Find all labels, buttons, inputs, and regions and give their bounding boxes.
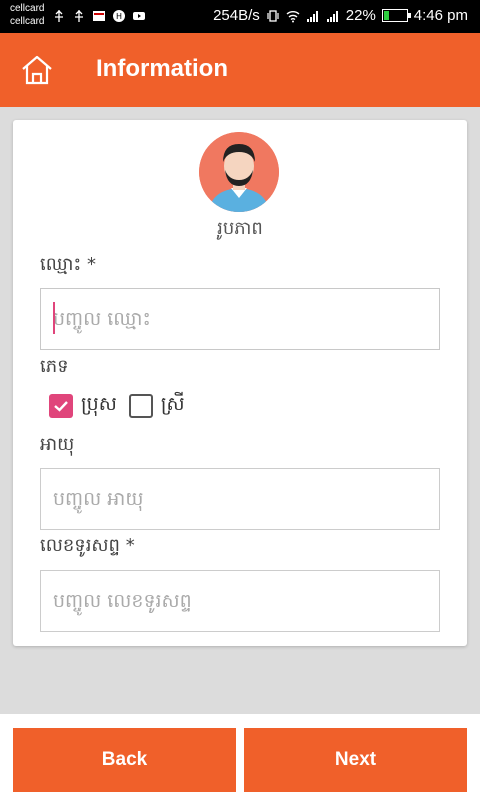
home-icon[interactable]: [20, 53, 54, 87]
next-button[interactable]: Next: [244, 728, 467, 792]
youtube-icon: [133, 12, 145, 20]
required-mark: *: [87, 254, 97, 275]
battery-percent: 22%: [345, 7, 376, 24]
bottom-bar: Back Next: [0, 714, 480, 806]
female-option-label[interactable]: ស្រី: [161, 392, 185, 420]
male-checkbox[interactable]: [49, 394, 73, 418]
signal-icon: [306, 10, 318, 22]
male-option-label[interactable]: ប្រុស: [81, 392, 117, 420]
photo-label: រូបភាព: [217, 218, 263, 239]
battery-level: [383, 11, 390, 20]
female-checkbox[interactable]: [128, 394, 153, 418]
signal-icon: [326, 10, 338, 22]
check-icon: [54, 401, 68, 412]
usb-icon: [55, 10, 63, 22]
profile-photo[interactable]: [199, 132, 279, 212]
required-mark: *: [125, 535, 135, 556]
phone-input[interactable]: [40, 570, 440, 632]
notification-icons: H: [52, 9, 146, 23]
age-label: អាយុ: [40, 434, 75, 455]
user-avatar-icon: [199, 132, 279, 212]
clock: 4:46 pm: [413, 7, 468, 24]
carrier-2: cellcard: [10, 16, 45, 27]
gender-label: ភេទ: [40, 356, 69, 377]
name-input[interactable]: [40, 288, 440, 350]
net-speed: 254B/s: [213, 7, 260, 24]
app-icon: H: [113, 10, 125, 22]
app-bar: Information: [0, 33, 480, 107]
status-right: 254B/s 22% 4:46 pm: [213, 7, 468, 24]
text-cursor: [53, 302, 55, 334]
svg-text:H: H: [116, 12, 122, 21]
back-button[interactable]: Back: [13, 728, 236, 792]
age-input[interactable]: [40, 468, 440, 530]
wifi-icon: [286, 10, 300, 22]
vibrate-icon: [267, 9, 279, 22]
name-label-text: ឈ្មោះ: [40, 254, 82, 275]
carrier-names: cellcard cellcard: [10, 2, 44, 28]
carrier-1: cellcard: [10, 3, 45, 14]
gender-options: ប្រុស ស្រី: [49, 392, 189, 420]
battery-icon: [381, 9, 411, 22]
usb-icon: [75, 10, 83, 22]
name-label: ឈ្មោះ *: [40, 252, 96, 279]
phone-label: លេខទូរសព្ទ *: [40, 533, 135, 560]
status-bar: cellcard cellcard H 254B/s 22% 4:46 pm: [0, 0, 480, 33]
form-card: រូបភាព ឈ្មោះ * ភេទ ប្រុស ស្រី អាយុ លេខទូ…: [13, 120, 467, 646]
news-icon: [93, 11, 105, 21]
page-title: Information: [96, 55, 228, 82]
phone-label-text: លេខទូរសព្ទ: [40, 535, 120, 556]
